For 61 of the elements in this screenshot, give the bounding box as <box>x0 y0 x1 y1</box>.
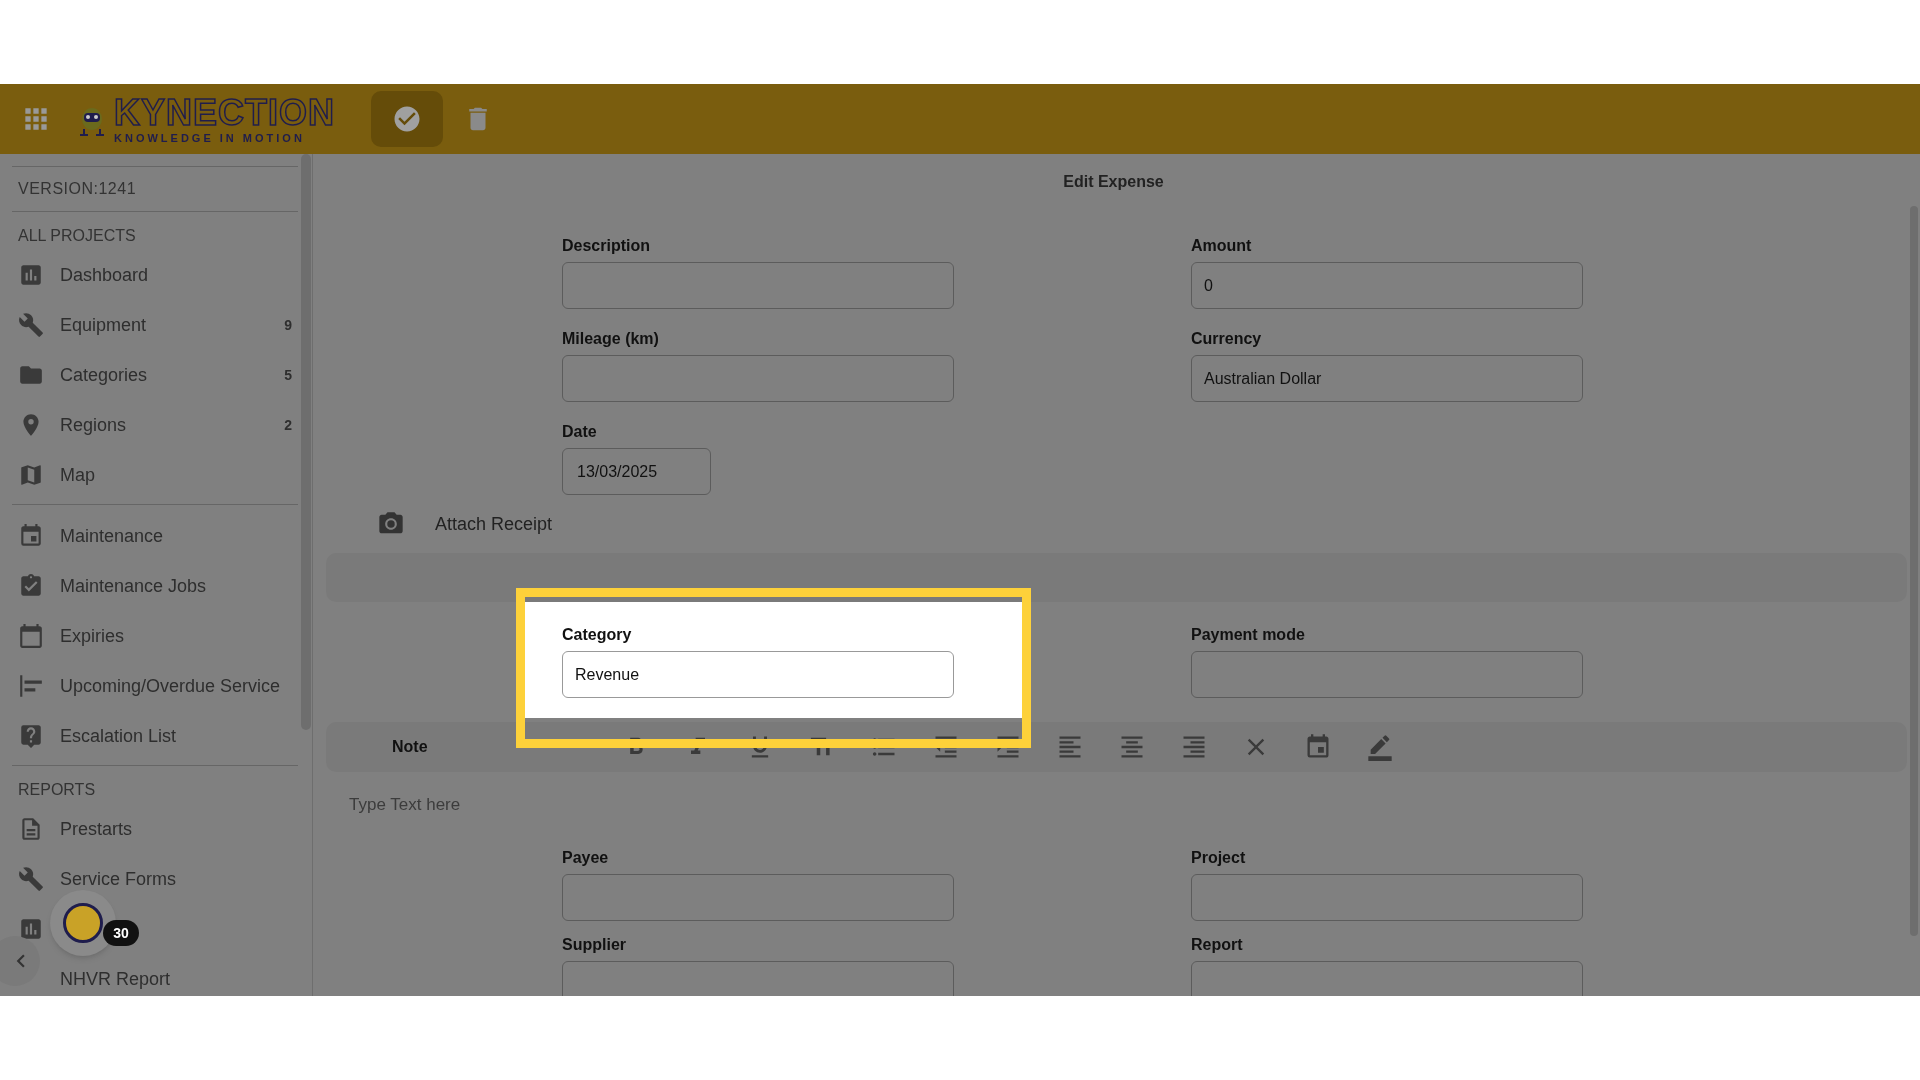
notification-badge: 30 <box>103 920 139 946</box>
calendar-icon <box>18 623 44 649</box>
text-field[interactable]: Australian Dollar <box>1191 355 1583 402</box>
sidebar-item[interactable]: Regions 2 <box>12 400 298 450</box>
field-label: Category <box>562 625 633 645</box>
bar-chart-icon[interactable] <box>18 916 44 942</box>
text-field[interactable]: Revenue <box>562 651 954 698</box>
sidebar-item[interactable]: Upcoming/Overdue Service <box>12 661 298 711</box>
sidebar-item[interactable]: Equipment 9 <box>12 300 298 350</box>
text-field[interactable] <box>562 355 954 402</box>
section-heading: ALL PROJECTS <box>17 226 137 246</box>
sidebar-item[interactable]: Prestarts <box>12 804 298 854</box>
sidebar-item[interactable]: Escalation List <box>12 711 298 761</box>
text-field[interactable]: 0 <box>1191 262 1583 309</box>
text-field[interactable] <box>1191 651 1583 698</box>
note-editor[interactable]: Type Text here <box>349 792 949 832</box>
field-label: Payment mode <box>1191 625 1306 645</box>
sidebar-item[interactable]: Maintenance Jobs <box>12 561 298 611</box>
calendar-icon <box>18 523 44 549</box>
avatar-icon <box>63 903 103 943</box>
text-field[interactable] <box>1191 874 1583 921</box>
sidebar-item[interactable]: Service Forms <box>12 854 298 904</box>
sidebar-item[interactable]: Maintenance <box>12 511 298 561</box>
sidebar-item[interactable]: Categories 5 <box>12 350 298 400</box>
map-icon <box>18 462 44 488</box>
sidebar-item[interactable]: NHVR Report <box>60 965 171 993</box>
highlighter-icon[interactable] <box>1366 733 1394 761</box>
logo-wordmark: KYNECTION <box>114 94 335 131</box>
field-label: Payee <box>562 848 610 868</box>
sidebar-item[interactable]: Dashboard <box>12 250 298 300</box>
attach-receipt-link[interactable]: Attach Receipt <box>435 510 553 538</box>
note-label: Note <box>392 737 429 757</box>
gantt-icon <box>18 673 44 699</box>
bar-chart-icon <box>18 262 44 288</box>
page-title: Edit Expense <box>1063 172 1164 192</box>
check-icon <box>392 104 422 134</box>
scrollbar-thumb[interactable] <box>301 154 311 730</box>
field-label: Report <box>1191 935 1244 955</box>
field-label: Project <box>1191 848 1247 868</box>
field-label: Description <box>562 236 651 256</box>
question-bubble-icon <box>18 723 44 749</box>
field-label: Mileage (km) <box>562 329 660 349</box>
field-label: Currency <box>1191 329 1263 349</box>
collapse-button[interactable] <box>0 936 40 986</box>
field-label: Supplier <box>562 935 627 955</box>
field-label: Date <box>562 422 598 442</box>
text-field[interactable] <box>1191 961 1583 996</box>
wrench-icon <box>18 866 44 892</box>
section-heading: REPORTS <box>17 780 97 800</box>
sidebar-item[interactable]: Map <box>12 450 298 500</box>
text-field[interactable] <box>562 874 954 921</box>
version-label: VERSION:1241 <box>12 167 298 212</box>
field-label: Amount <box>1191 236 1253 256</box>
logo-tagline: KNOWLEDGE IN MOTION <box>114 132 306 144</box>
text-field[interactable] <box>562 262 954 309</box>
sidebar-item[interactable]: Expiries <box>12 611 298 661</box>
save-button[interactable] <box>371 91 443 147</box>
wrench-icon <box>18 312 44 338</box>
clipboard-check-icon <box>18 573 44 599</box>
text-field[interactable] <box>562 961 954 996</box>
date-field[interactable]: 13/03/2025 <box>562 448 711 495</box>
